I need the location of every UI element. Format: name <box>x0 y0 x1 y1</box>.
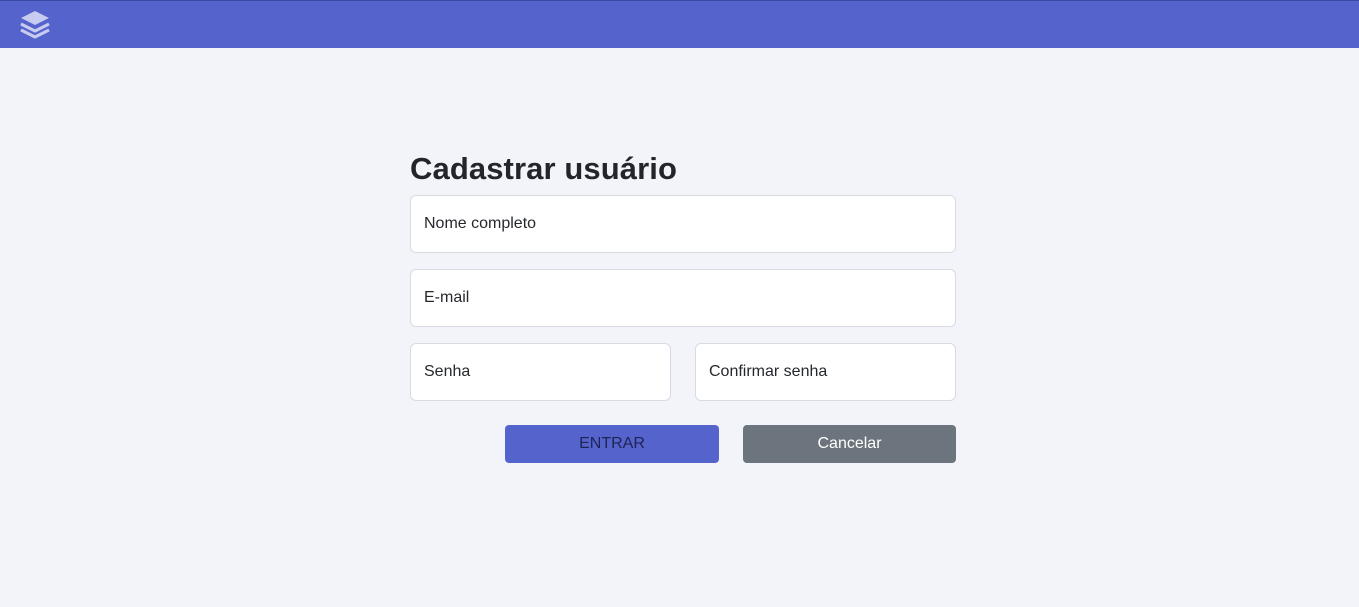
confirm-password-input[interactable] <box>696 344 955 400</box>
email-field <box>410 269 956 327</box>
submit-button[interactable]: ENTRAR <box>505 425 719 463</box>
full-name-field <box>410 195 956 253</box>
password-input[interactable] <box>411 344 670 400</box>
register-user-form: Cadastrar usuário ENTRAR Cancelar <box>410 148 956 463</box>
layers-icon[interactable] <box>18 9 52 41</box>
confirm-password-field <box>695 343 956 401</box>
password-field <box>410 343 671 401</box>
page-title: Cadastrar usuário <box>410 151 678 186</box>
full-name-input[interactable] <box>411 196 955 252</box>
top-navbar <box>0 0 1359 48</box>
email-input[interactable] <box>411 270 955 326</box>
cancel-button[interactable]: Cancelar <box>743 425 956 463</box>
